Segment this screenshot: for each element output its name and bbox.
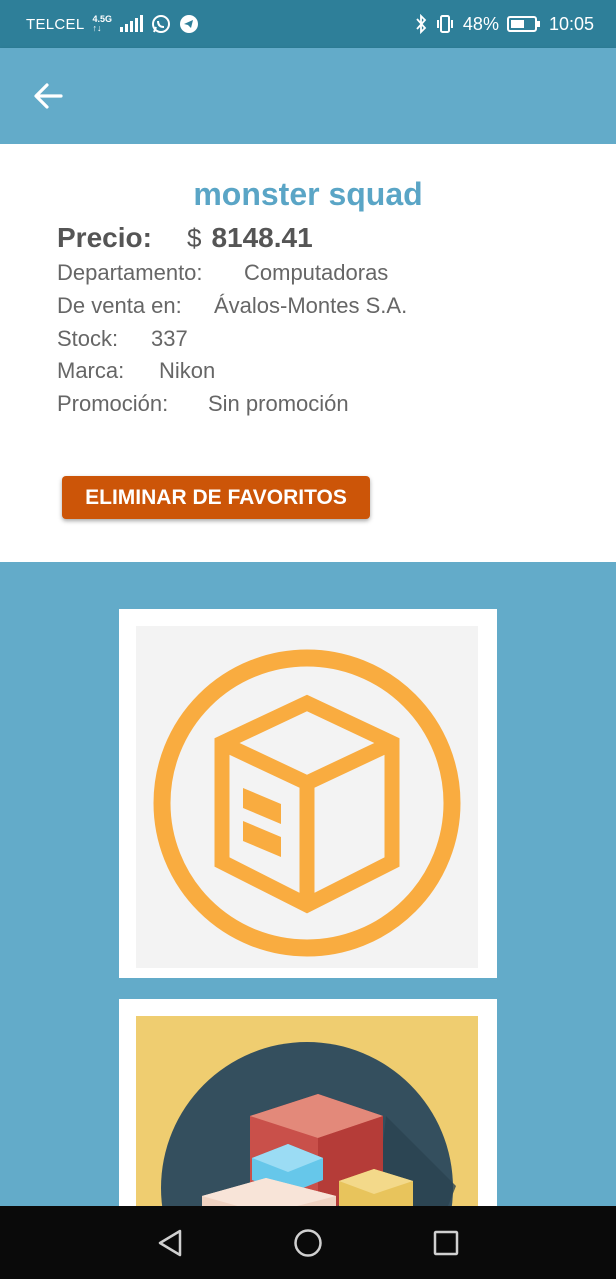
remove-favorite-button[interactable]: ELIMINAR DE FAVORITOS <box>62 476 370 519</box>
signal-icon <box>120 15 144 32</box>
product-image <box>136 626 478 968</box>
carrier-label: TELCEL <box>26 15 85 33</box>
stock-label: Stock: <box>57 326 119 351</box>
department-row: Departamento: Computadoras <box>57 260 388 286</box>
triangle-back-icon <box>158 1229 182 1256</box>
promo-row: Promoción: Sin promoción <box>57 391 349 417</box>
battery-icon <box>506 15 541 33</box>
arrow-left-icon <box>34 83 63 109</box>
bluetooth-icon <box>415 14 427 34</box>
product-details: monster squad Precio: $ 8148.41 Departam… <box>0 144 616 562</box>
promo-label: Promoción: <box>57 391 169 416</box>
brand-label: Marca: <box>57 358 125 383</box>
price-row: Precio: $ 8148.41 <box>57 222 313 254</box>
brand-value: Nikon <box>159 358 216 383</box>
telegram-icon <box>179 14 199 34</box>
price-label: Precio: <box>57 222 152 253</box>
seller-value: Ávalos-Montes S.A. <box>214 293 408 318</box>
status-bar: TELCEL 4.5G ↑↓ 48% 10:05 <box>0 0 616 48</box>
status-right: 48% 10:05 <box>415 14 594 35</box>
seller-label: De venta en: <box>57 293 182 318</box>
circle-home-icon <box>294 1228 322 1257</box>
currency-symbol: $ <box>187 223 202 253</box>
nav-back-button[interactable] <box>150 1223 190 1263</box>
product-image-card <box>119 609 497 978</box>
status-left: TELCEL 4.5G ↑↓ <box>26 14 199 34</box>
system-nav-bar <box>0 1206 616 1279</box>
stock-value: 337 <box>151 326 188 351</box>
box-icon <box>153 649 461 957</box>
battery-percent: 48% <box>462 13 499 34</box>
promo-value: Sin promoción <box>208 391 349 416</box>
seller-row: De venta en: Ávalos-Montes S.A. <box>57 293 407 319</box>
department-label: Departamento: <box>57 260 203 285</box>
back-button[interactable] <box>28 78 68 114</box>
department-value: Computadoras <box>244 260 389 285</box>
network-type: 4.5G ↑↓ <box>93 15 113 33</box>
square-recents-icon <box>433 1230 459 1255</box>
price-value: 8148.41 <box>211 222 313 253</box>
nav-home-button[interactable] <box>288 1223 328 1263</box>
product-title: monster squad <box>193 176 423 212</box>
app-bar <box>0 48 616 144</box>
clock: 10:05 <box>548 13 594 34</box>
vibrate-icon <box>435 14 455 34</box>
brand-row: Marca: Nikon <box>57 358 215 384</box>
product-image-card <box>119 999 497 1276</box>
nav-recents-button[interactable] <box>426 1223 466 1263</box>
whatsapp-icon <box>151 14 171 34</box>
network-type-bottom: ↑↓ <box>92 23 102 33</box>
stock-row: Stock: 337 <box>57 326 188 352</box>
